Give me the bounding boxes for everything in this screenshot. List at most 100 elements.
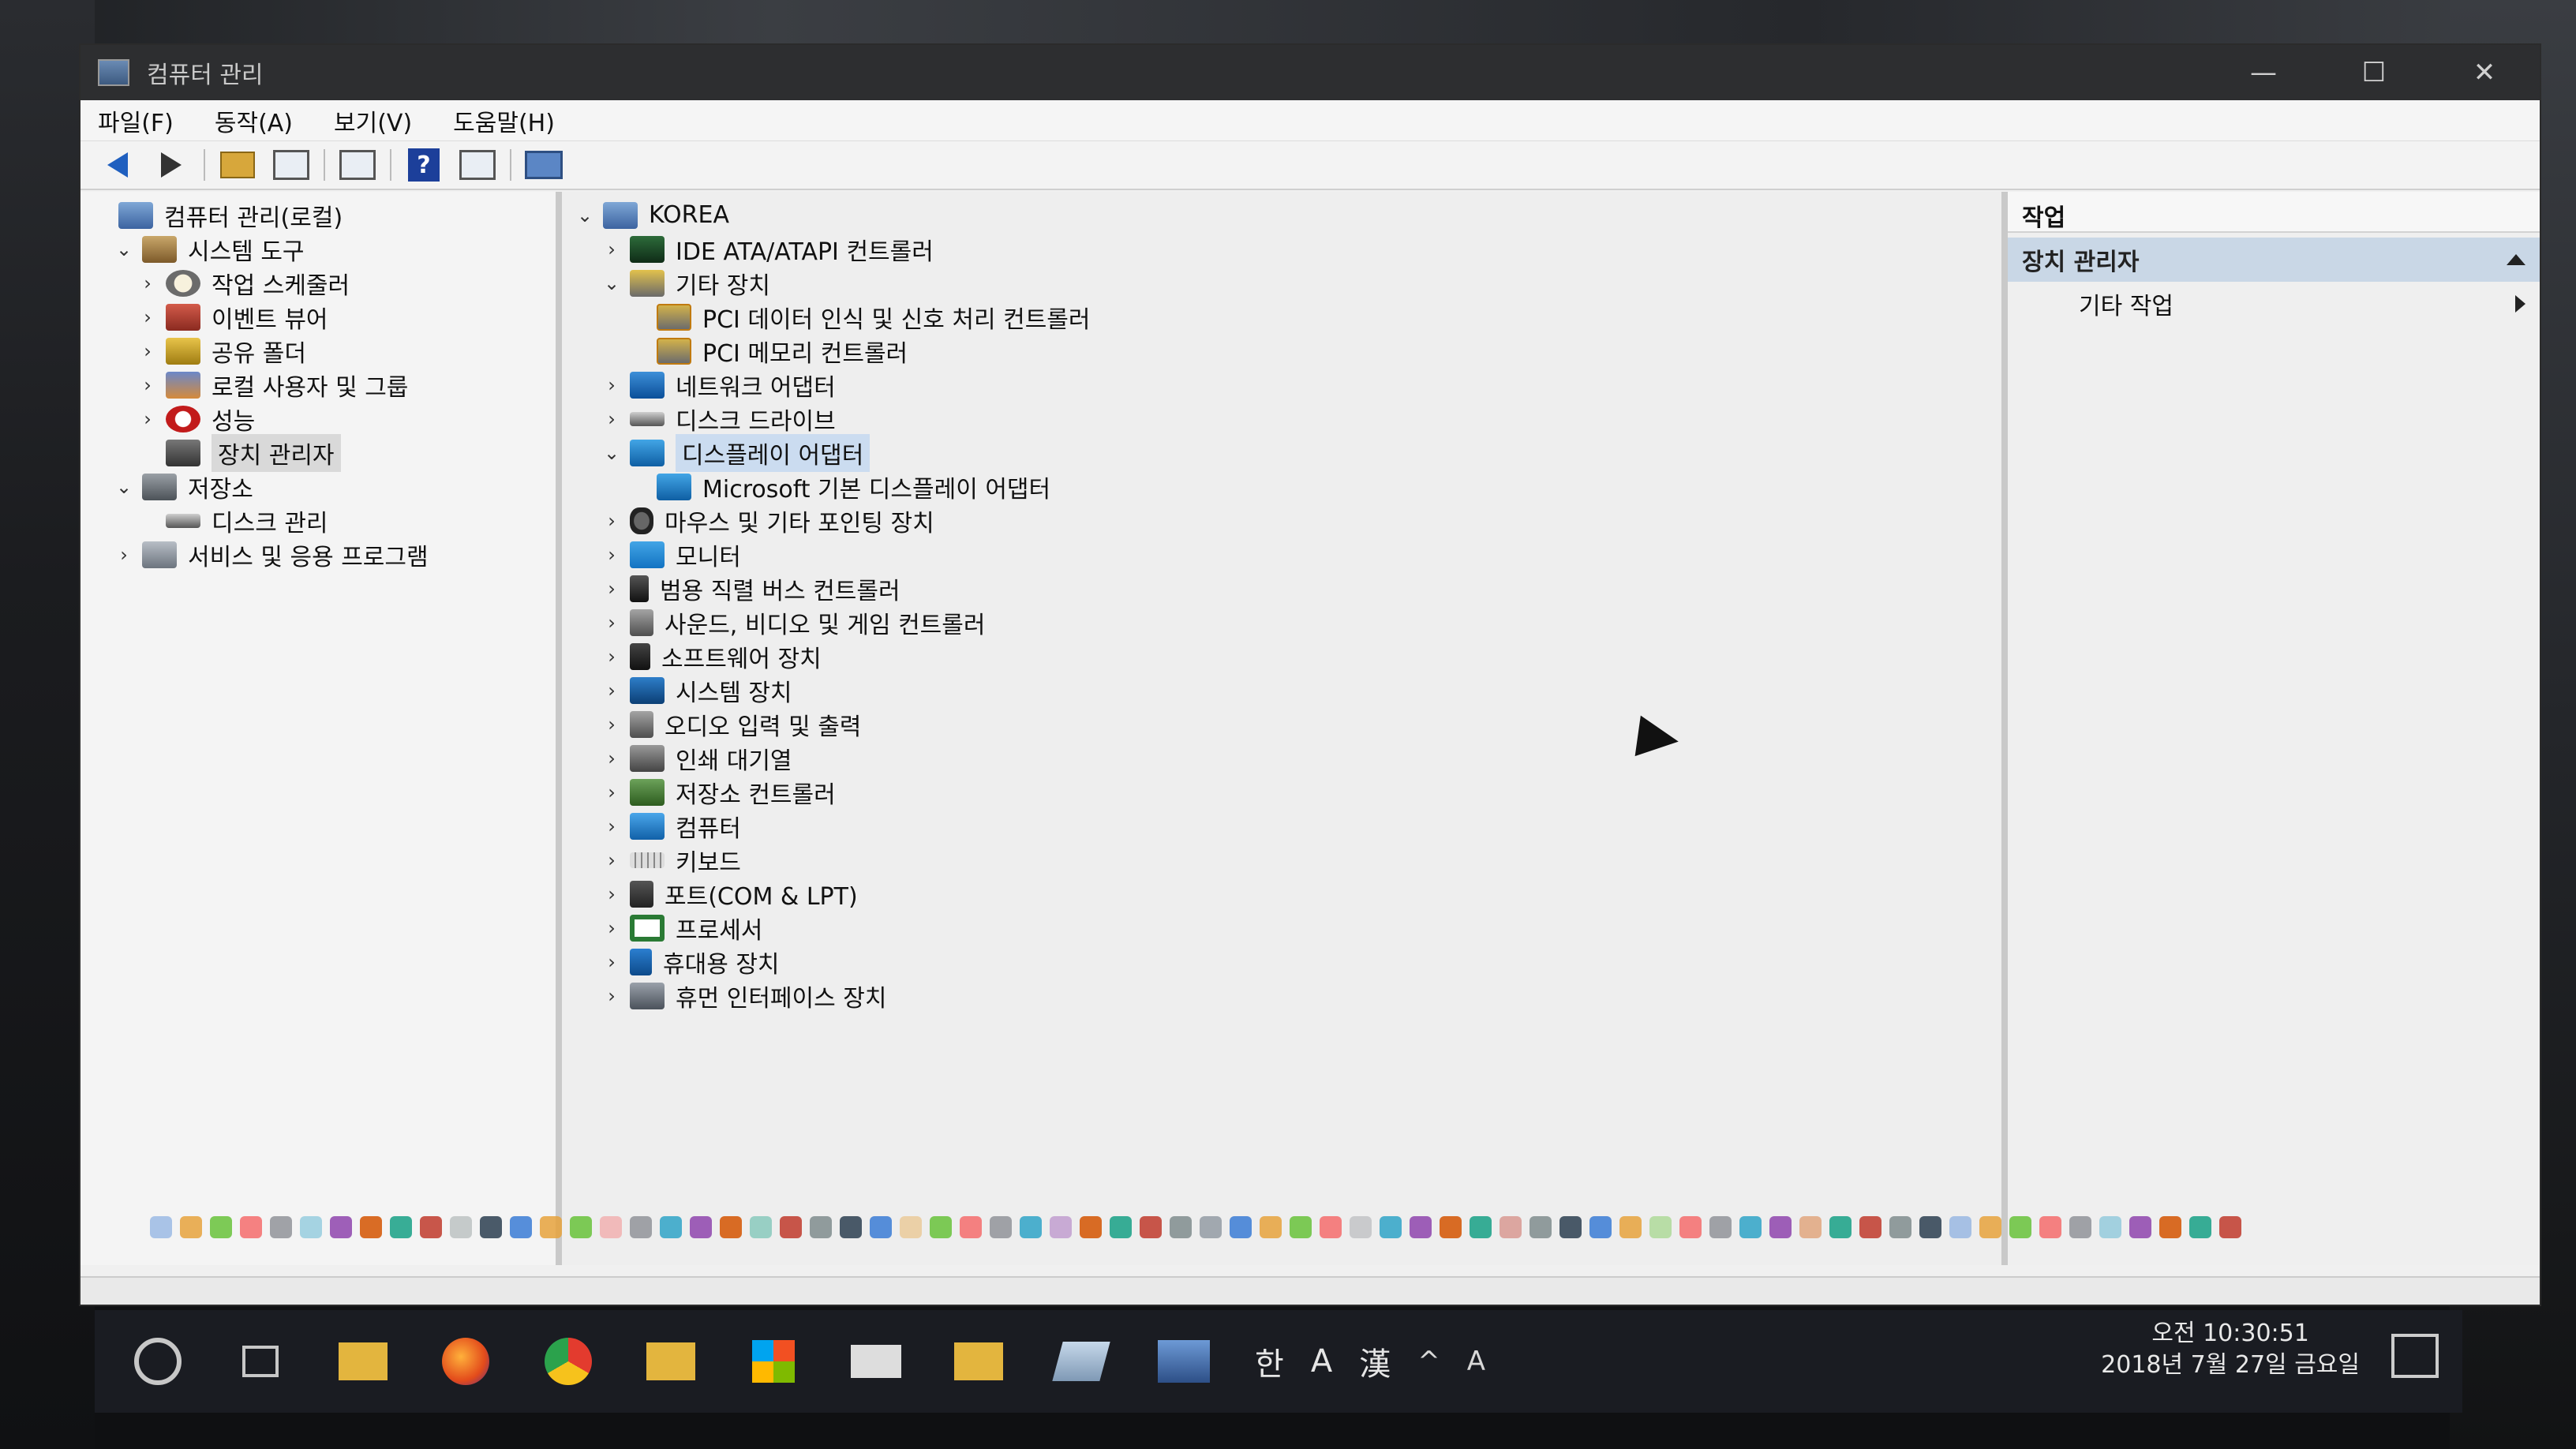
device-tree-item-row[interactable]: › 디스크 드라이브 xyxy=(562,402,2001,436)
expand-chevron-icon[interactable]: › xyxy=(600,646,623,668)
device-tree-item-row[interactable]: › 컴퓨터 xyxy=(562,809,2001,843)
input-indicator[interactable]: A xyxy=(1467,1346,1485,1377)
device-tree-item-row[interactable]: › 저장소 컨트롤러 xyxy=(562,775,2001,809)
device-tree-item-row[interactable]: › 사운드, 비디오 및 게임 컨트롤러 xyxy=(562,605,2001,639)
device-tree-item-row[interactable]: › 마우스 및 기타 포인팅 장치 xyxy=(562,504,2001,537)
folder-button-3[interactable] xyxy=(947,1330,1010,1393)
help-button[interactable]: ? xyxy=(402,147,445,183)
expand-chevron-icon[interactable]: › xyxy=(600,747,623,769)
device-tree-item-row[interactable]: PCI 데이터 인식 및 신호 처리 컨트롤러 xyxy=(562,300,2001,334)
expand-chevron-icon[interactable]: › xyxy=(600,408,623,430)
collapse-icon[interactable] xyxy=(2507,254,2525,265)
notebook-button[interactable] xyxy=(1050,1330,1113,1393)
device-tree-item-row[interactable]: ⌄ 디스플레이 어댑터 xyxy=(562,433,2001,472)
device-tree-item-row[interactable]: › 네트워크 어댑터 xyxy=(562,368,2001,402)
expand-chevron-icon[interactable]: › xyxy=(136,272,159,294)
expand-chevron-icon[interactable]: › xyxy=(600,578,623,600)
console-tree-item-row[interactable]: › 작업 스케줄러 xyxy=(80,266,556,300)
device-tree-item-row[interactable]: › 프로세서 xyxy=(562,911,2001,945)
collapse-chevron-icon[interactable]: ⌄ xyxy=(600,442,623,464)
expand-chevron-icon[interactable]: › xyxy=(600,374,623,396)
device-tree-item-row[interactable]: › 휴대용 장치 xyxy=(562,945,2001,979)
expand-chevron-icon[interactable]: › xyxy=(136,340,159,362)
task-view-button[interactable] xyxy=(229,1330,292,1393)
expand-chevron-icon[interactable]: › xyxy=(136,408,159,430)
forward-button[interactable] xyxy=(150,147,193,183)
ime-hanja[interactable]: 漢 xyxy=(1359,1339,1391,1384)
expand-chevron-icon[interactable]: › xyxy=(600,951,623,973)
expand-chevron-icon[interactable]: › xyxy=(600,849,623,871)
chrome-button[interactable] xyxy=(537,1330,600,1393)
up-level-button[interactable] xyxy=(216,147,259,183)
expand-chevron-icon[interactable]: › xyxy=(600,781,623,803)
back-button[interactable] xyxy=(96,147,139,183)
expand-chevron-icon[interactable]: › xyxy=(600,985,623,1007)
expand-chevron-icon[interactable]: › xyxy=(600,680,623,702)
device-tree-item-row[interactable]: › 휴먼 인터페이스 장치 xyxy=(562,979,2001,1013)
more-actions-item[interactable]: 기타 작업 xyxy=(2008,282,2540,326)
expand-chevron-icon[interactable]: › xyxy=(600,612,623,634)
expand-chevron-icon[interactable]: › xyxy=(600,815,623,837)
console-tree-item-row[interactable]: › 로컬 사용자 및 그룹 xyxy=(80,368,556,402)
device-tree-item-row[interactable]: › 모니터 xyxy=(562,537,2001,571)
title-bar[interactable]: 컴퓨터 관리 — ☐ ✕ xyxy=(80,45,2540,100)
console-tree-item-row[interactable]: › 공유 폴더 xyxy=(80,334,556,368)
device-tree-item-row[interactable]: › 키보드 xyxy=(562,843,2001,877)
maximize-button[interactable]: ☐ xyxy=(2319,45,2429,100)
expand-chevron-icon[interactable]: › xyxy=(112,544,136,566)
expand-chevron-icon[interactable]: › xyxy=(600,544,623,566)
show-action-pane-button[interactable] xyxy=(456,147,499,183)
show-hidden-icons-button[interactable]: ^ xyxy=(1417,1346,1440,1377)
expand-chevron-icon[interactable]: › xyxy=(600,713,623,736)
notification-center-icon[interactable] xyxy=(2391,1334,2439,1378)
device-tree-item-row[interactable]: › IDE ATA/ATAPI 컨트롤러 xyxy=(562,232,2001,266)
device-tree-item-row[interactable]: › 인쇄 대기열 xyxy=(562,741,2001,775)
device-tree-item-row[interactable]: › 소프트웨어 장치 xyxy=(562,639,2001,673)
ime-hangul[interactable]: 한 xyxy=(1255,1339,1284,1384)
taskbar-clock[interactable]: 오전 10:30:51 2018년 7월 27일 금요일 xyxy=(2101,1318,2360,1381)
file-explorer-button[interactable] xyxy=(331,1330,395,1393)
scan-hardware-button[interactable] xyxy=(522,147,565,183)
minimize-button[interactable]: — xyxy=(2208,45,2319,100)
actions-section-device-manager[interactable]: 장치 관리자 xyxy=(2008,238,2540,282)
folder-button-2[interactable] xyxy=(639,1330,702,1393)
console-tree-item-row[interactable]: › 성능 xyxy=(80,402,556,436)
menu-action[interactable]: 동작(A) xyxy=(215,103,293,138)
device-tree-item-row[interactable]: ⌄ KOREA xyxy=(562,198,2001,232)
properties-button[interactable] xyxy=(336,147,379,183)
store-button[interactable] xyxy=(742,1330,805,1393)
console-tree-item-row[interactable]: 디스크 관리 xyxy=(80,504,556,537)
menu-file[interactable]: 파일(F) xyxy=(98,103,174,138)
device-tree-item-row[interactable]: › 범용 직렬 버스 컨트롤러 xyxy=(562,571,2001,605)
console-tree-item-row[interactable]: ⌄ 시스템 도구 xyxy=(80,232,556,266)
device-tree-item-row[interactable]: Microsoft 기본 디스플레이 어댑터 xyxy=(562,470,2001,504)
menu-view[interactable]: 보기(V) xyxy=(334,103,412,138)
device-tree-item-row[interactable]: PCI 메모리 컨트롤러 xyxy=(562,334,2001,368)
device-tree-item-row[interactable]: › 포트(COM & LPT) xyxy=(562,877,2001,911)
expand-chevron-icon[interactable]: › xyxy=(136,374,159,396)
collapse-chevron-icon[interactable]: ⌄ xyxy=(112,476,136,498)
ime-alpha[interactable]: A xyxy=(1311,1343,1332,1380)
computer-management-taskbar-button[interactable] xyxy=(1152,1330,1215,1393)
expand-chevron-icon[interactable]: › xyxy=(600,917,623,939)
device-tree-item-row[interactable]: ⌄ 기타 장치 xyxy=(562,266,2001,300)
console-tree-item-row[interactable]: ⌄ 저장소 xyxy=(80,470,556,504)
expand-chevron-icon[interactable]: › xyxy=(600,883,623,905)
expand-chevron-icon[interactable]: › xyxy=(136,306,159,328)
console-tree-item-row[interactable]: 컴퓨터 관리(로컬) xyxy=(80,198,556,232)
collapse-chevron-icon[interactable]: ⌄ xyxy=(573,204,597,227)
console-tree-item-row[interactable]: › 이벤트 뷰어 xyxy=(80,300,556,334)
firefox-button[interactable] xyxy=(434,1330,497,1393)
show-hide-console-tree-button[interactable] xyxy=(270,147,313,183)
collapse-chevron-icon[interactable]: ⌄ xyxy=(112,238,136,260)
console-tree-item-row[interactable]: 장치 관리자 xyxy=(80,433,556,472)
console-tree-item-row[interactable]: › 서비스 및 응용 프로그램 xyxy=(80,537,556,571)
expand-chevron-icon[interactable]: › xyxy=(600,510,623,532)
expand-chevron-icon[interactable]: › xyxy=(600,238,623,260)
device-tree-item-row[interactable]: › 오디오 입력 및 출력 xyxy=(562,707,2001,741)
mail-button[interactable] xyxy=(844,1330,908,1393)
close-button[interactable]: ✕ xyxy=(2429,45,2540,100)
menu-help[interactable]: 도움말(H) xyxy=(453,103,555,138)
collapse-chevron-icon[interactable]: ⌄ xyxy=(600,272,623,294)
device-tree-item-row[interactable]: › 시스템 장치 xyxy=(562,673,2001,707)
